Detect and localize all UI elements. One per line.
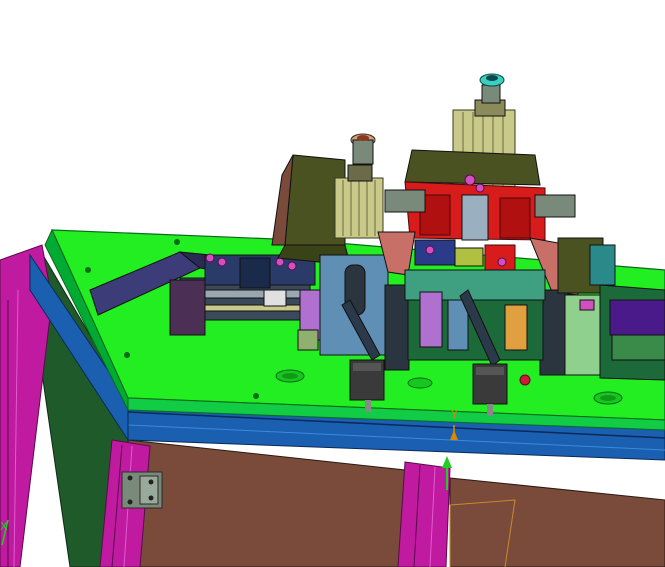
frame-post-center [397, 461, 451, 567]
axis-x-label: X [0, 520, 8, 533]
cad-scene[interactable]: Y X [0, 0, 665, 567]
center-cylinder-assembly[interactable] [404, 73, 541, 191]
dark-post-right [539, 289, 569, 376]
right-side-assembly[interactable] [557, 237, 665, 381]
cad-viewport[interactable]: Y X [0, 0, 665, 567]
cabinet-front-panel-right [449, 477, 665, 567]
cabinet-front-panel-left [127, 439, 406, 567]
axis-y-label: Y [450, 408, 458, 421]
